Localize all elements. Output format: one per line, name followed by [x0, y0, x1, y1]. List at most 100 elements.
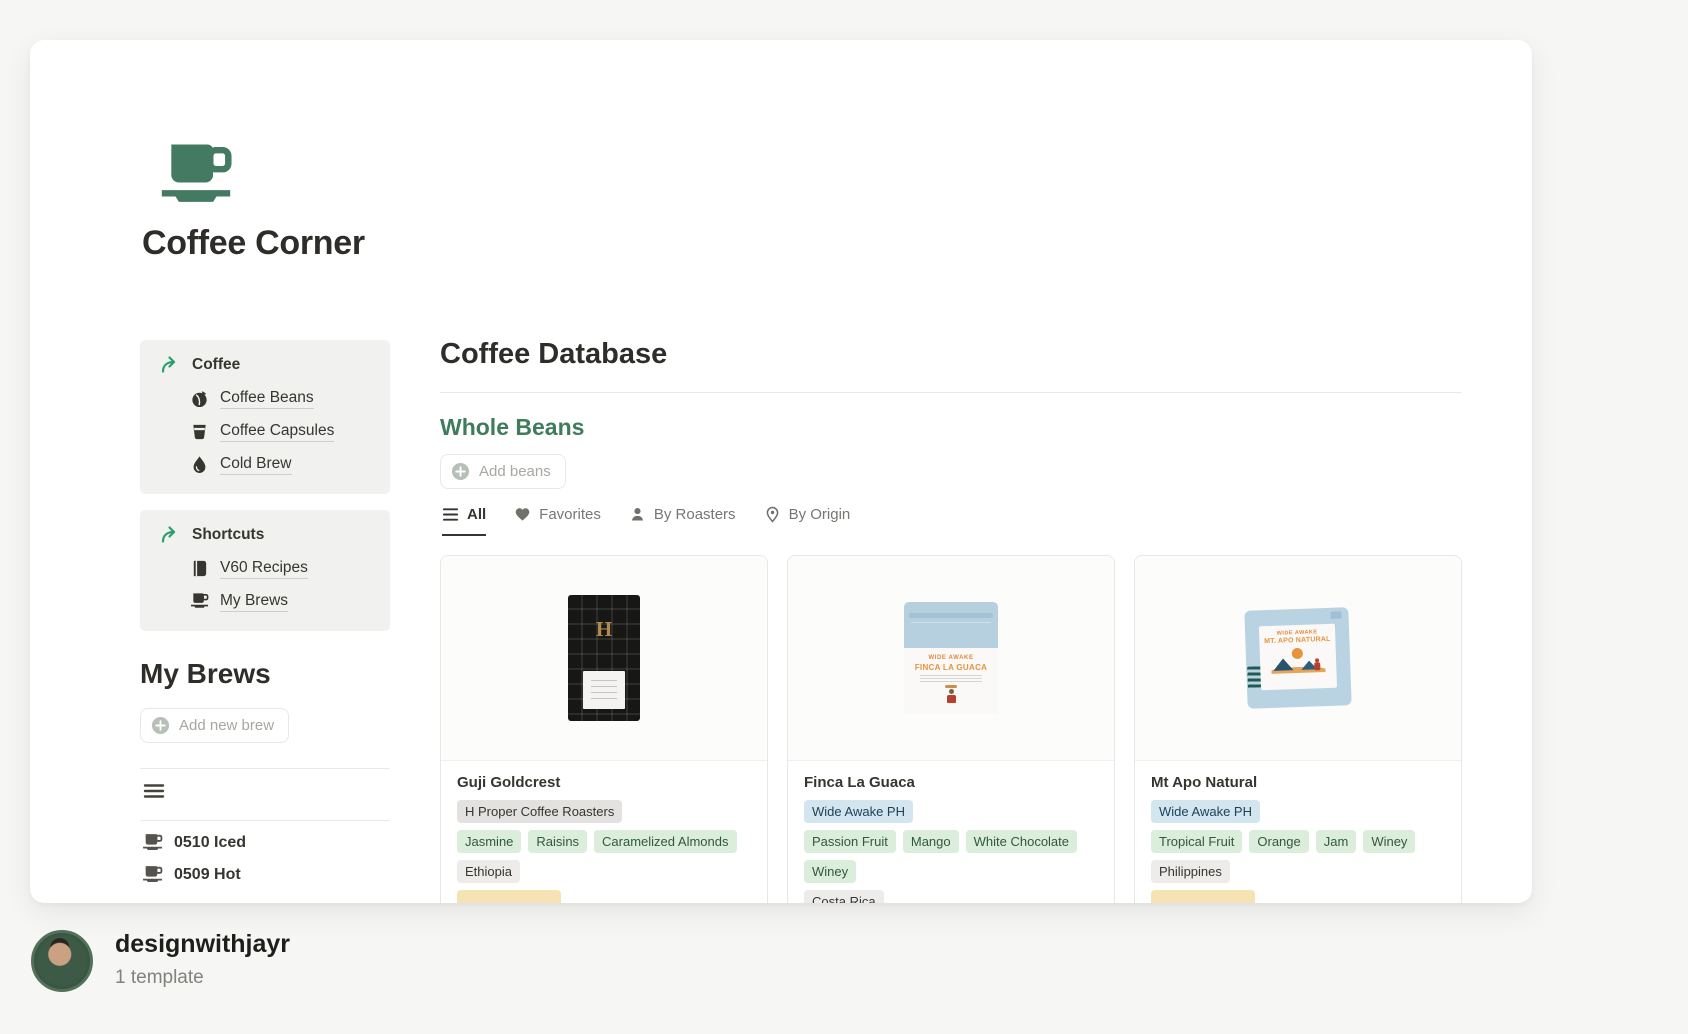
coffee-bean-icon — [190, 389, 209, 408]
menu-icon[interactable] — [143, 782, 165, 800]
flavor-tag: Jam — [1316, 830, 1357, 853]
coffee-bag-photo: WIDE AWAKE MT. APO NATURAL — [1244, 607, 1351, 709]
bag-illustration — [1267, 646, 1330, 674]
sidebar-item-label: My Brews — [220, 592, 288, 612]
flavor-tag: Jasmine — [457, 830, 521, 853]
tab-favorites[interactable]: Favorites — [514, 506, 601, 536]
tab-by-roasters[interactable]: By Roasters — [629, 506, 736, 536]
redirect-arrow-icon — [160, 355, 180, 375]
tab-label: By Roasters — [654, 506, 736, 523]
coffee-bag-photo: H — [568, 595, 640, 721]
tab-by-origin[interactable]: By Origin — [764, 506, 851, 536]
coffee-cup-icon — [142, 865, 163, 884]
notion-page-panel: Coffee Corner Coffee Coffee Beans — [30, 40, 1532, 903]
card-image: H — [441, 556, 767, 761]
bag-illustration — [942, 685, 960, 703]
flavor-tag: Caramelized Almonds — [594, 830, 736, 853]
card-title: Finca La Guaca — [804, 774, 1098, 791]
group-label-shortcuts: Shortcuts — [192, 526, 264, 544]
brew-entry-0509-hot[interactable]: 0509 Hot — [142, 865, 241, 884]
add-beans-button[interactable]: Add beans — [440, 454, 566, 489]
sidebar-group-coffee: Coffee Coffee Beans Coffee Capsules — [140, 340, 390, 494]
view-tabs: All Favorites By Roasters — [442, 506, 850, 536]
sidebar-item-coffee-capsules[interactable]: Coffee Capsules — [190, 415, 372, 448]
card-guji-goldcrest[interactable]: H Guji Goldcrest H Proper Coffee Roaster… — [440, 555, 768, 903]
card-image: WIDE AWAKE MT. APO NATURAL — [1135, 556, 1461, 761]
list-icon — [442, 506, 459, 523]
bag-name-text: FINCA LA GUACA — [904, 663, 998, 672]
group-label-coffee: Coffee — [192, 356, 240, 374]
author-template-count: 1 template — [115, 967, 290, 989]
add-new-brew-button[interactable]: Add new brew — [140, 708, 289, 743]
sidebar-item-label: Coffee Capsules — [220, 422, 334, 442]
sidebar-group-shortcuts: Shortcuts V60 Recipes My Brews — [140, 510, 390, 631]
flavor-tag: Winey — [1363, 830, 1415, 853]
bag-label: WIDE AWAKE MT. APO NATURAL — [1259, 624, 1337, 691]
flavor-tag: Orange — [1249, 830, 1308, 853]
origin-tag: Ethiopia — [457, 860, 520, 883]
redirect-arrow-icon — [160, 525, 180, 545]
sidebar-item-label: V60 Recipes — [220, 559, 308, 579]
droplet-icon — [190, 455, 209, 474]
coffee-cup-icon — [142, 833, 163, 852]
location-pin-icon — [764, 506, 781, 523]
author-avatar[interactable] — [31, 930, 93, 992]
card-title: Mt Apo Natural — [1151, 774, 1445, 791]
origin-tag: Philippines — [1151, 860, 1230, 883]
bag-label: WIDE AWAKE FINCA LA GUACA — [904, 648, 998, 714]
add-new-brew-label: Add new brew — [179, 717, 274, 734]
card-title: Guji Goldcrest — [457, 774, 751, 791]
sidebar-item-coffee-beans[interactable]: Coffee Beans — [190, 382, 372, 415]
sidebar-item-label: Cold Brew — [220, 455, 292, 475]
card-mt-apo-natural[interactable]: WIDE AWAKE MT. APO NATURAL Mt Apo Natura… — [1134, 555, 1462, 903]
divider — [140, 820, 390, 821]
coffee-bag-photo: WIDE AWAKE FINCA LA GUACA — [904, 602, 998, 714]
sidebar-item-cold-brew[interactable]: Cold Brew — [190, 448, 372, 481]
bag-zip — [909, 613, 993, 618]
my-brews-heading: My Brews — [140, 658, 271, 690]
card-finca-la-guaca[interactable]: WIDE AWAKE FINCA LA GUACA Finca La Guaca… — [787, 555, 1115, 903]
brew-entry-label: 0510 Iced — [174, 834, 246, 852]
book-icon — [190, 559, 209, 578]
sidebar-item-label: Coffee Beans — [220, 389, 314, 409]
origin-tag: Costa Rica — [804, 890, 884, 903]
tab-all[interactable]: All — [442, 506, 486, 536]
bag-brand-letter: H — [568, 617, 640, 642]
tab-label: All — [467, 506, 486, 523]
plus-circle-icon — [451, 462, 470, 481]
sidebar-item-my-brews[interactable]: My Brews — [190, 585, 372, 618]
roaster-tag: H Proper Coffee Roasters — [457, 800, 622, 823]
bag-name-text: MT. APO NATURAL — [1259, 636, 1335, 646]
brew-entry-0510-iced[interactable]: 0510 Iced — [142, 833, 246, 852]
coffee-cup-logo-icon — [158, 140, 234, 206]
card-image: WIDE AWAKE FINCA LA GUACA — [788, 556, 1114, 761]
heart-icon — [514, 506, 531, 523]
bag-fine-print — [920, 675, 982, 684]
partial-tag — [1151, 890, 1255, 903]
tab-label: By Origin — [789, 506, 851, 523]
bag-brand-text: WIDE AWAKE — [904, 655, 998, 661]
bag-zip — [1330, 611, 1341, 618]
flavor-tag: Raisins — [528, 830, 587, 853]
coffee-cup-icon — [190, 592, 209, 611]
page-title: Coffee Database — [440, 338, 667, 371]
flavor-tag: Winey — [804, 860, 856, 883]
gallery-cards: H Guji Goldcrest H Proper Coffee Roaster… — [440, 555, 1462, 903]
roaster-tag: Wide Awake PH — [1151, 800, 1260, 823]
plus-circle-icon — [151, 716, 170, 735]
brew-entry-label: 0509 Hot — [174, 866, 241, 884]
workspace-title: Coffee Corner — [142, 224, 365, 263]
flavor-tag: Passion Fruit — [804, 830, 896, 853]
sidebar-item-v60-recipes[interactable]: V60 Recipes — [190, 552, 372, 585]
flavor-tag: Mango — [903, 830, 959, 853]
author-name[interactable]: designwithjayr — [115, 930, 290, 959]
person-icon — [629, 506, 646, 523]
add-beans-label: Add beans — [479, 463, 551, 480]
partial-tag — [457, 890, 561, 903]
flavor-tag: Tropical Fruit — [1151, 830, 1242, 853]
divider — [440, 392, 1462, 393]
flavor-tag: White Chocolate — [966, 830, 1077, 853]
template-author-footer: designwithjayr 1 template — [31, 930, 290, 992]
capsule-cup-icon — [190, 422, 209, 441]
whole-beans-heading: Whole Beans — [440, 414, 584, 441]
